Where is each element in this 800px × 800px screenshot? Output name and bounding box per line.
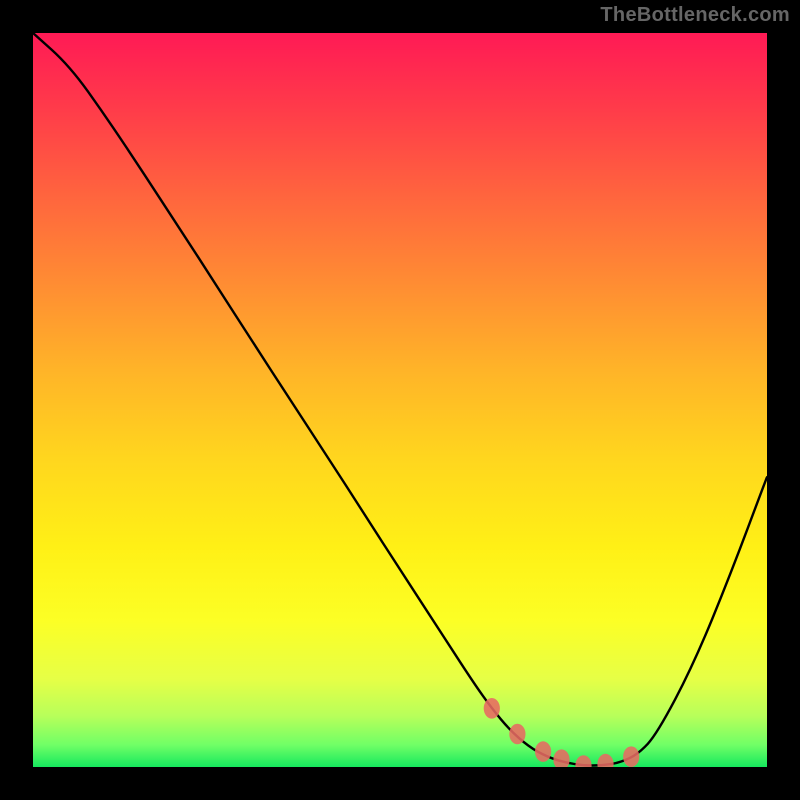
watermark-text: TheBottleneck.com: [600, 4, 790, 27]
bottleneck-curve: [33, 33, 767, 766]
curve-layer: [33, 33, 767, 767]
optimal-markers: [484, 698, 640, 767]
plot-area: [33, 33, 767, 767]
chart-frame: TheBottleneck.com: [0, 0, 800, 800]
